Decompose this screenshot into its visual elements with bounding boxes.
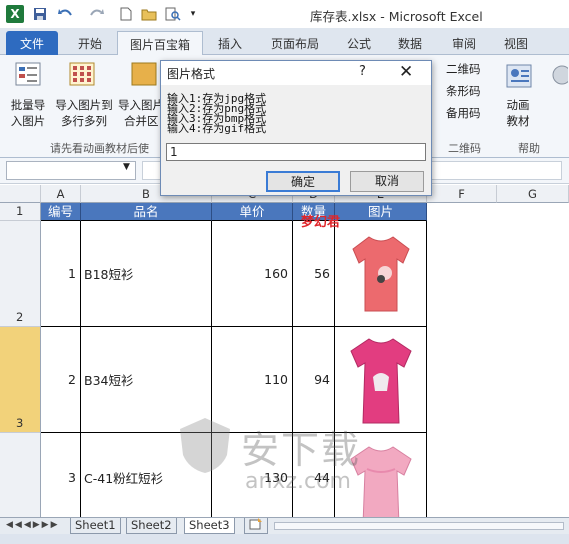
tab-home[interactable]: 开始 [70,31,110,55]
name-box[interactable] [6,161,136,180]
batch-import-icon [14,61,42,87]
tab-page-layout[interactable]: 页面布局 [262,31,328,55]
import-multi-grid-icon [68,61,96,87]
close-icon[interactable]: ✕ [399,62,413,82]
batch-import-button[interactable]: 批量导 入图片 [8,97,48,129]
sheet-tab-bar: ◀◀◀▶▶▶ Sheet1 Sheet2 Sheet3 [0,517,569,534]
cell-picture[interactable] [335,221,427,327]
cell-qty[interactable]: 44 [293,433,335,517]
animation-tutorial-label-2: 教材 [506,114,530,128]
sheet-tab-sheet2[interactable]: Sheet2 [126,518,177,534]
horizontal-scrollbar[interactable] [274,522,564,530]
column-header-g[interactable]: G [497,185,569,203]
qrcode-button[interactable]: 二维码 [446,61,492,77]
window-title: 库存表.xlsx - Microsoft Excel [310,9,483,24]
row-header-2[interactable]: 2 [0,221,41,327]
row-header-1[interactable]: 1 [0,203,41,221]
print-preview-icon[interactable] [164,5,182,23]
cell-price[interactable]: 160 [212,221,293,327]
tab-review[interactable]: 审阅 [444,31,484,55]
row-number: 2 [16,310,24,324]
header-id[interactable]: 编号 [41,203,81,221]
sheet-tab-sheet3[interactable]: Sheet3 [184,518,235,534]
excel-logo-icon[interactable]: X [6,5,24,23]
picture-format-dialog: 图片格式 ? ✕ 输入1:存为jpg格式 输入2:存为png格式 输入3:存为b… [160,60,432,196]
cell-picture[interactable] [335,433,427,517]
new-document-icon[interactable] [118,5,134,23]
sheet-tab-sheet1[interactable]: Sheet1 [70,518,121,534]
overlay-signature-text: 梦幻君 [301,215,341,230]
barcode-button[interactable]: 条形码 [446,83,492,99]
spreadsheet-grid[interactable]: A B C D E F G 1 2 3 编号 品名 单价 数量 图片 1 B18… [0,185,569,517]
backup-code-button[interactable]: 备用码 [446,105,492,121]
cell-id[interactable]: 3 [41,433,81,517]
header-picture[interactable]: 图片 [335,203,427,221]
cell-name[interactable]: B18短衫 [81,221,212,327]
tab-view[interactable]: 视图 [496,31,536,55]
tab-data[interactable]: 数据 [390,31,430,55]
open-folder-icon[interactable] [140,5,158,23]
cell-name[interactable]: C-41粉红短衫 [81,433,212,517]
help-icon[interactable]: ? [359,64,366,79]
customize-toolbar-icon[interactable]: ▾ [188,5,198,23]
shirt-image-coral [352,236,410,312]
name-box-dropdown-icon[interactable]: ▼ [123,162,130,172]
row-header-3[interactable]: 3 [0,327,41,433]
header-name[interactable]: 品名 [81,203,212,221]
dialog-body: 输入1:存为jpg格式 输入2:存为png格式 输入3:存为bmp格式 输入4:… [161,85,431,195]
import-multi-grid-label-1: 导入图片到 [55,98,113,112]
save-icon[interactable] [32,5,48,23]
insert-sheet-icon[interactable] [244,518,268,534]
format-input-field[interactable]: 1 [166,143,426,161]
ok-button[interactable]: 确定 [266,171,340,192]
undo-icon[interactable] [54,5,76,23]
select-all-corner[interactable] [0,185,41,203]
column-header-f[interactable]: F [427,185,497,203]
tab-insert[interactable]: 插入 [210,31,250,55]
import-multi-grid-button[interactable]: 导入图片到 多行多列 [52,97,116,129]
ribbon-tab-row: 文件 开始 图片百宝箱 插入 页面布局 公式 数据 审阅 视图 [0,28,569,55]
animation-tutorial-label-1: 动画 [506,98,530,112]
animation-tutorial-icon [505,63,533,89]
group-label-qrcode: 二维码 [448,142,481,155]
row-number: 3 [16,416,24,430]
cell-price[interactable]: 130 [212,433,293,517]
cell-id[interactable]: 1 [41,221,81,327]
cell-qty[interactable]: 56 [293,221,335,327]
animation-tutorial-button[interactable]: 动画 教材 [500,97,536,129]
row-header-4[interactable] [0,433,41,517]
sheet-nav-arrows-icon[interactable]: ◀◀◀▶▶▶ [6,520,60,530]
status-bar [0,534,569,544]
more-tools-icon[interactable] [548,63,569,89]
batch-import-label-1: 批量导 [10,98,46,112]
title-bar: X ▾ 库存表.xlsx - Microsoft Excel [0,0,569,28]
tab-picture-toolbox[interactable]: 图片百宝箱 [117,31,203,55]
shirt-image-pink [350,446,412,517]
shirt-image-magenta [350,338,412,424]
group-label-tutorial: 请先看动画教材后使 [50,142,149,155]
import-multi-grid-label-2: 多行多列 [61,114,107,128]
batch-import-label-2: 入图片 [10,114,46,128]
tab-formulas[interactable]: 公式 [336,31,382,55]
header-price[interactable]: 单价 [212,203,293,221]
dialog-instruction-line: 输入4:存为gif格式 [167,122,267,135]
cell-picture[interactable] [335,327,427,433]
cancel-button[interactable]: 取消 [350,171,424,192]
cell-name[interactable]: B34短衫 [81,327,212,433]
import-merged-icon [130,61,158,87]
dialog-title-bar: 图片格式 ? ✕ [161,61,431,85]
cell-qty[interactable]: 94 [293,327,335,433]
tab-file[interactable]: 文件 [6,31,58,55]
redo-icon[interactable] [86,5,108,23]
column-header-a[interactable]: A [41,185,81,203]
row-number: 1 [16,204,24,218]
cell-price[interactable]: 110 [212,327,293,433]
group-label-help: 帮助 [518,142,540,155]
dialog-title: 图片格式 [167,67,216,81]
cell-id[interactable]: 2 [41,327,81,433]
